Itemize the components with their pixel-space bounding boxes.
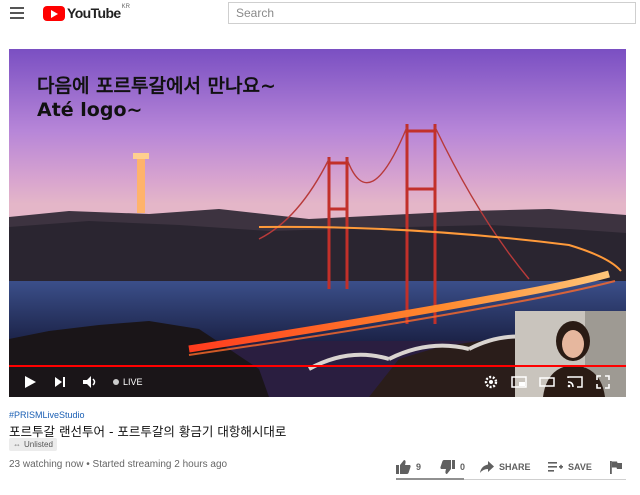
live-dot <box>113 379 119 385</box>
play-icon[interactable] <box>23 373 37 391</box>
flag-icon <box>610 460 622 474</box>
like-count: 9 <box>416 462 422 472</box>
thumbs-down-icon <box>440 460 455 474</box>
save-button[interactable]: SAVE <box>548 461 610 473</box>
thumbs-up-icon <box>396 460 411 474</box>
search-input[interactable]: Search <box>228 2 636 24</box>
share-button[interactable]: SHARE <box>480 461 548 473</box>
save-label: SAVE <box>568 462 592 472</box>
dislike-button[interactable]: 0 <box>440 460 480 474</box>
player-controls: LIVE <box>9 367 626 397</box>
menu-icon[interactable] <box>10 7 24 19</box>
report-button[interactable] <box>610 460 626 474</box>
caption-line-korean: 다음에 포르투갈에서 만나요~ <box>37 75 276 97</box>
unlisted-badge: ⇔ Unlisted <box>9 438 57 451</box>
caption-line-portuguese: Até logo~ <box>37 99 143 121</box>
video-actions: 9 0 SHARE SAVE <box>396 456 626 478</box>
logo-region: KR <box>121 4 130 10</box>
volume-icon[interactable] <box>81 373 99 391</box>
share-label: SHARE <box>499 462 531 472</box>
youtube-logo[interactable]: YouTube KR <box>43 4 130 21</box>
live-indicator[interactable]: LIVE <box>113 377 143 387</box>
share-icon <box>480 461 494 473</box>
badge-label: Unlisted <box>24 440 53 449</box>
masthead: YouTube KR Search <box>0 0 640 28</box>
watching-count: 23 watching now • Started streaming 2 ho… <box>9 459 228 470</box>
hashtag-link[interactable]: #PRISMLiveStudio <box>9 410 85 420</box>
miniplayer-icon[interactable] <box>511 373 527 391</box>
next-icon[interactable] <box>53 373 67 391</box>
video-caption: 다음에 포르투갈에서 만나요~ Até logo~ <box>37 74 276 122</box>
fullscreen-icon[interactable] <box>595 373 611 391</box>
sentiment-bar <box>396 478 464 480</box>
like-button[interactable]: 9 <box>396 460 440 474</box>
save-playlist-icon <box>548 462 563 472</box>
dislike-count: 0 <box>460 462 466 472</box>
settings-icon[interactable] <box>483 373 499 391</box>
video-player[interactable]: 다음에 포르투갈에서 만나요~ Até logo~ LIVE <box>9 49 626 397</box>
youtube-logo-icon <box>43 5 65 21</box>
live-label: LIVE <box>123 377 143 387</box>
link-icon: ⇔ <box>13 440 21 449</box>
logo-text: YouTube <box>67 5 121 21</box>
theater-icon[interactable] <box>539 373 555 391</box>
cast-icon[interactable] <box>567 373 583 391</box>
